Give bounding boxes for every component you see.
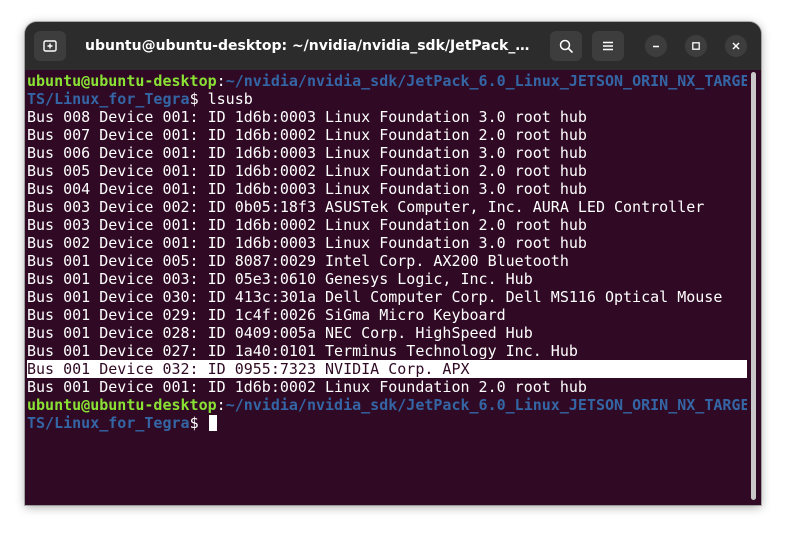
prompt-path: ~/nvidia/nvidia_sdk/JetPack_6.0_Linux_JE… bbox=[225, 396, 747, 414]
minimize-button[interactable] bbox=[645, 35, 667, 57]
menu-button[interactable] bbox=[592, 31, 624, 61]
output-line: Bus 001 Device 029: ID 1c4f:0026 SiGma M… bbox=[27, 306, 506, 324]
prompt-symbol: $ bbox=[189, 90, 208, 108]
title-bar[interactable]: ubuntu@ubuntu-desktop: ~/nvidia/nvidia_s… bbox=[25, 22, 761, 70]
text-cursor bbox=[208, 415, 217, 431]
output-line: Bus 003 Device 002: ID 0b05:18f3 ASUSTek… bbox=[27, 198, 705, 216]
maximize-icon bbox=[691, 41, 701, 51]
close-icon bbox=[731, 41, 741, 51]
output-line: Bus 006 Device 001: ID 1d6b:0003 Linux F… bbox=[27, 144, 587, 162]
prompt-colon: : bbox=[216, 72, 226, 90]
terminal-output[interactable]: ubuntu@ubuntu-desktop:~/nvidia/nvidia_sd… bbox=[27, 72, 747, 432]
search-button[interactable] bbox=[550, 31, 582, 61]
close-button[interactable] bbox=[725, 35, 747, 57]
window-title: ubuntu@ubuntu-desktop: ~/nvidia/nvidia_s… bbox=[85, 38, 533, 54]
terminal-area[interactable]: ubuntu@ubuntu-desktop:~/nvidia/nvidia_sd… bbox=[25, 70, 761, 505]
new-tab-icon bbox=[42, 38, 58, 54]
output-line: Bus 007 Device 001: ID 1d6b:0002 Linux F… bbox=[27, 126, 587, 144]
output-line: Bus 001 Device 005: ID 8087:0029 Intel C… bbox=[27, 252, 569, 270]
command-text: lsusb bbox=[207, 90, 253, 108]
prompt-user: ubuntu@ubuntu-desktop bbox=[27, 72, 217, 90]
prompt-line-continued: TS/Linux_for_Tegra$ bbox=[27, 414, 747, 432]
prompt-line: ubuntu@ubuntu-desktop:~/nvidia/nvidia_sd… bbox=[27, 396, 747, 414]
scrollbar[interactable] bbox=[751, 72, 756, 500]
hamburger-menu-icon bbox=[600, 38, 616, 54]
prompt-symbol: $ bbox=[189, 414, 208, 432]
prompt-line-continued: TS/Linux_for_Tegra$ lsusb bbox=[27, 90, 747, 108]
output-line-selected: Bus 001 Device 032: ID 0955:7323 NVIDIA … bbox=[27, 360, 747, 378]
output-line: Bus 001 Device 028: ID 0409:005a NEC Cor… bbox=[27, 324, 533, 342]
output-line: Bus 008 Device 001: ID 1d6b:0003 Linux F… bbox=[27, 108, 587, 126]
prompt-user: ubuntu@ubuntu-desktop bbox=[27, 396, 217, 414]
output-line: Bus 001 Device 027: ID 1a40:0101 Terminu… bbox=[27, 342, 578, 360]
prompt-colon: : bbox=[216, 396, 226, 414]
minimize-icon bbox=[651, 41, 661, 51]
output-line: Bus 001 Device 003: ID 05e3:0610 Genesys… bbox=[27, 270, 533, 288]
search-icon bbox=[558, 38, 574, 54]
terminal-window: ubuntu@ubuntu-desktop: ~/nvidia/nvidia_s… bbox=[25, 22, 761, 505]
prompt-path: ~/nvidia/nvidia_sdk/JetPack_6.0_Linux_JE… bbox=[225, 72, 747, 90]
prompt-path-continued: TS/Linux_for_Tegra bbox=[27, 414, 190, 432]
maximize-button[interactable] bbox=[685, 35, 707, 57]
prompt-path-continued: TS/Linux_for_Tegra bbox=[27, 90, 190, 108]
output-line: Bus 004 Device 001: ID 1d6b:0003 Linux F… bbox=[27, 180, 587, 198]
output-line: Bus 001 Device 030: ID 413c:301a Dell Co… bbox=[27, 288, 723, 306]
command-output: Bus 008 Device 001: ID 1d6b:0003 Linux F… bbox=[27, 108, 747, 396]
output-line: Bus 005 Device 001: ID 1d6b:0002 Linux F… bbox=[27, 162, 587, 180]
new-tab-button[interactable] bbox=[34, 31, 66, 61]
output-line: Bus 002 Device 001: ID 1d6b:0003 Linux F… bbox=[27, 234, 587, 252]
output-line: Bus 003 Device 001: ID 1d6b:0002 Linux F… bbox=[27, 216, 587, 234]
output-line: Bus 001 Device 001: ID 1d6b:0002 Linux F… bbox=[27, 378, 587, 396]
prompt-line: ubuntu@ubuntu-desktop:~/nvidia/nvidia_sd… bbox=[27, 72, 747, 90]
